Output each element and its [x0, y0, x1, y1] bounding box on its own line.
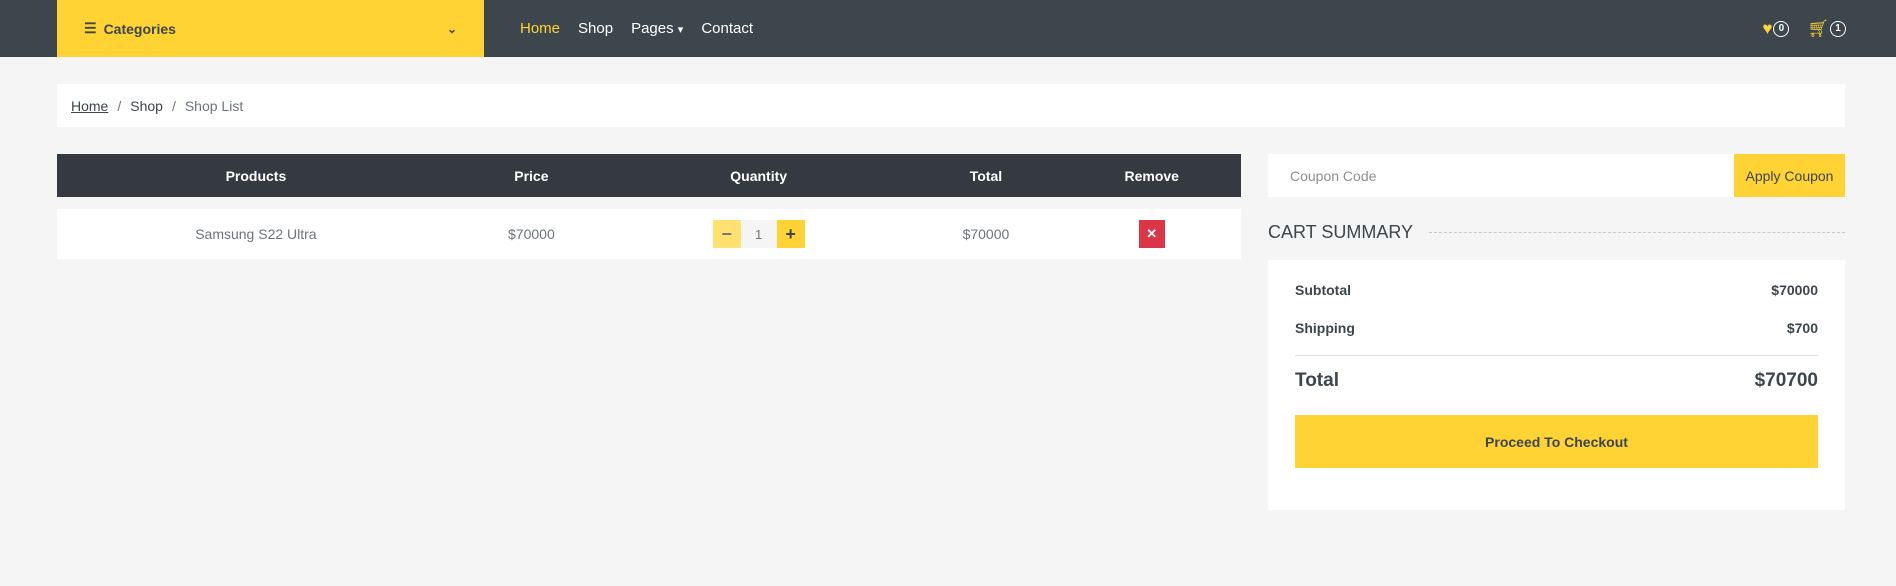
- product-total: $70000: [909, 209, 1063, 259]
- top-navbar: ☰ Categories ⌄ Home Shop Pages ▾ Contact…: [0, 0, 1896, 57]
- categories-dropdown[interactable]: ☰ Categories ⌄: [57, 0, 484, 57]
- header-quantity: Quantity: [607, 154, 910, 197]
- divider: [1429, 232, 1845, 233]
- header-total: Total: [909, 154, 1063, 197]
- quantity-stepper: − 1 +: [712, 220, 805, 248]
- quantity-input[interactable]: 1: [740, 220, 777, 248]
- nav-pages-label: Pages: [631, 20, 674, 37]
- cart-table: Products Price Quantity Total Remove Sam…: [57, 142, 1241, 271]
- breadcrumb-current: Shop List: [184, 97, 244, 114]
- categories-label: Categories: [103, 20, 176, 37]
- header-products: Products: [57, 154, 455, 197]
- chevron-down-icon: ⌄: [446, 21, 457, 36]
- wishlist-button[interactable]: ♥ 0: [1762, 18, 1790, 39]
- chevron-down-icon: ▾: [677, 24, 684, 36]
- cart-summary-title: CART SUMMARY: [1268, 222, 1414, 242]
- shipping-value: $700: [1786, 320, 1818, 336]
- product-price: $70000: [454, 209, 608, 259]
- coupon-form: Apply Coupon: [1268, 154, 1845, 197]
- breadcrumb: Home / Shop / Shop List: [57, 84, 1845, 127]
- breadcrumb-shop[interactable]: Shop: [130, 98, 163, 114]
- nav-shop[interactable]: Shop: [578, 20, 613, 37]
- cart-summary-heading: CART SUMMARY: [1268, 222, 1845, 243]
- wishlist-count: 0: [1773, 20, 1790, 37]
- header-price: Price: [454, 154, 608, 197]
- nav-pages[interactable]: Pages ▾: [631, 20, 683, 37]
- breadcrumb-home[interactable]: Home: [71, 98, 108, 114]
- subtotal-label: Subtotal: [1295, 282, 1351, 298]
- table-row: Samsung S22 Ultra $70000 − 1 + $70000 ✕: [57, 209, 1241, 259]
- cart-icon: 🛒︎: [1807, 18, 1829, 38]
- total-label: Total: [1295, 370, 1339, 391]
- nav-contact[interactable]: Contact: [701, 20, 753, 37]
- checkout-button[interactable]: Proceed To Checkout: [1295, 415, 1818, 468]
- header-remove: Remove: [1062, 154, 1241, 197]
- apply-coupon-button[interactable]: Apply Coupon: [1734, 154, 1845, 197]
- decrease-button[interactable]: −: [712, 220, 741, 248]
- remove-button[interactable]: ✕: [1138, 220, 1165, 248]
- nav-home[interactable]: Home: [520, 20, 560, 37]
- cart-summary: Subtotal $70000 Shipping $700 Total $70700 …: [1268, 260, 1845, 510]
- cart-count: 1: [1830, 20, 1846, 37]
- product-name: Samsung S22 Ultra: [57, 209, 455, 259]
- menu-icon: ☰: [84, 20, 97, 36]
- total-value: $70700: [1754, 370, 1818, 391]
- coupon-input[interactable]: [1268, 154, 1734, 197]
- shipping-label: Shipping: [1295, 320, 1355, 336]
- heart-icon: ♥: [1762, 18, 1773, 38]
- increase-button[interactable]: +: [776, 220, 805, 248]
- subtotal-value: $70000: [1771, 282, 1818, 298]
- divider: [1295, 355, 1818, 356]
- cart-button[interactable]: 🛒︎ 1: [1807, 19, 1846, 39]
- close-icon: ✕: [1146, 226, 1158, 241]
